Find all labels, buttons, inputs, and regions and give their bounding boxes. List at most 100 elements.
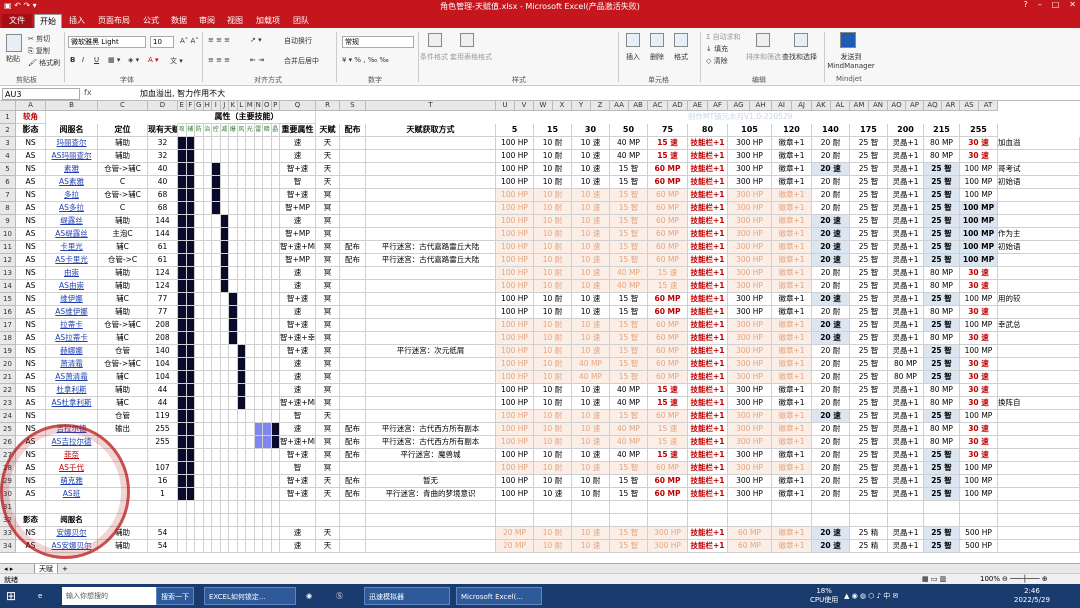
level-cell[interactable]: 25 智 (924, 345, 960, 358)
attr-cell[interactable] (271, 228, 280, 241)
attr-cell[interactable] (229, 137, 238, 150)
level-cell[interactable]: 20 耐 (812, 306, 850, 319)
attr-cell[interactable] (229, 397, 238, 410)
level-cell[interactable]: 60 MP (648, 462, 688, 475)
attr-cell[interactable] (263, 436, 272, 449)
sort-filter-icon[interactable] (756, 33, 770, 47)
border-icon[interactable]: ▦ ▾ (108, 56, 120, 64)
cell-name[interactable]: AS萧清霜 (46, 371, 98, 384)
font-grow-icon[interactable]: A˄ A˅ (180, 37, 199, 45)
level-cell[interactable]: 徽章+1 (772, 436, 812, 449)
attr-cell[interactable] (203, 345, 212, 358)
level-cell[interactable]: 10 耐 (534, 215, 572, 228)
level-cell[interactable]: 25 智 (850, 163, 888, 176)
column-header[interactable]: K (229, 101, 238, 111)
level-cell[interactable]: 灵晶+1 (888, 436, 924, 449)
cell-realm[interactable]: AS (16, 306, 46, 319)
attr-cell[interactable] (263, 293, 272, 306)
cell-talent-count[interactable]: 61 (148, 241, 178, 254)
attr-cell[interactable] (263, 176, 272, 189)
level-cell[interactable]: 15 速 (648, 397, 688, 410)
column-header[interactable]: AQ (924, 101, 942, 111)
tray-icons[interactable]: ▲ ◉ ◍ ⬡ ♪ 中 ✉ (840, 587, 990, 605)
attr-cell[interactable] (237, 436, 246, 449)
level-cell[interactable]: 15 速 (648, 137, 688, 150)
level-cell[interactable] (960, 514, 998, 527)
attr-cell[interactable] (271, 293, 280, 306)
cell-source[interactable] (366, 501, 496, 514)
cell-talent[interactable]: 天 (316, 176, 340, 189)
attr-cell[interactable] (237, 306, 246, 319)
cell-dist[interactable]: 配布 (340, 449, 366, 462)
attr-cell[interactable] (178, 319, 187, 332)
attr-cell[interactable] (237, 488, 246, 501)
attr-cell[interactable] (220, 423, 229, 436)
level-cell[interactable] (534, 514, 572, 527)
level-cell[interactable]: 100 HP (496, 137, 534, 150)
row-header[interactable]: 22 (0, 384, 16, 397)
cell-talent-count[interactable]: 32 (148, 150, 178, 163)
level-cell[interactable]: 100 MP (960, 176, 998, 189)
cell-key-attr[interactable]: 速 (280, 527, 316, 540)
attr-cell[interactable] (220, 475, 229, 488)
level-cell[interactable]: 25 智 (850, 150, 888, 163)
attr-cell[interactable] (237, 514, 246, 527)
column-header[interactable]: V (515, 101, 534, 111)
level-cell[interactable]: 灵晶+1 (888, 280, 924, 293)
attr-cell[interactable] (263, 137, 272, 150)
attr-cell[interactable] (203, 319, 212, 332)
attr-cell[interactable] (203, 449, 212, 462)
cell-note[interactable]: 初始语 (998, 176, 1080, 189)
level-cell[interactable] (648, 514, 688, 527)
level-cell[interactable]: 10 速 (572, 527, 610, 540)
level-cell[interactable]: 25 智 (924, 189, 960, 202)
column-header[interactable]: AH (750, 101, 772, 111)
fill-button[interactable]: ↓ 填充 (706, 44, 728, 54)
level-cell[interactable] (772, 501, 812, 514)
attr-cell[interactable] (178, 436, 187, 449)
attr-cell[interactable] (263, 215, 272, 228)
level-cell[interactable]: 25 智 (850, 202, 888, 215)
level-cell[interactable]: 灵晶+1 (888, 462, 924, 475)
level-cell[interactable]: 100 HP (496, 462, 534, 475)
attr-cell[interactable] (212, 371, 221, 384)
attr-cell[interactable] (195, 150, 204, 163)
level-cell[interactable]: 300 HP (728, 228, 772, 241)
cell-note[interactable] (998, 332, 1080, 345)
level-cell[interactable]: 15 智 (610, 163, 648, 176)
cell-name[interactable]: 拉蒂卡 (46, 319, 98, 332)
attr-cell[interactable] (246, 436, 255, 449)
level-cell[interactable]: 20 速 (812, 228, 850, 241)
cell-key-attr[interactable]: 速 (280, 150, 316, 163)
attr-cell[interactable] (263, 488, 272, 501)
attr-cell[interactable] (229, 293, 238, 306)
level-cell[interactable]: 30 速 (960, 137, 998, 150)
attr-cell[interactable] (212, 462, 221, 475)
attr-cell[interactable] (212, 423, 221, 436)
cell-talent[interactable]: 天 (316, 527, 340, 540)
attr-cell[interactable] (254, 345, 263, 358)
cell-dist[interactable] (340, 306, 366, 319)
column-header[interactable]: AB (629, 101, 648, 111)
level-cell[interactable]: 灵晶+1 (888, 449, 924, 462)
attr-cell[interactable] (178, 293, 187, 306)
attr-cell[interactable] (220, 449, 229, 462)
level-cell[interactable]: 100 MP (960, 319, 998, 332)
level-cell[interactable]: 60 MP (648, 228, 688, 241)
attr-cell[interactable] (220, 280, 229, 293)
row-header[interactable]: 10 (0, 228, 16, 241)
level-cell[interactable]: 10 耐 (534, 176, 572, 189)
attr-cell[interactable] (178, 384, 187, 397)
level-cell[interactable]: 徽章+1 (772, 397, 812, 410)
attr-cell[interactable] (237, 176, 246, 189)
attr-cell[interactable] (254, 176, 263, 189)
level-cell[interactable]: 60 MP (648, 254, 688, 267)
level-cell[interactable]: 10 速 (572, 306, 610, 319)
level-cell[interactable]: 徽章+1 (772, 215, 812, 228)
cell-dist[interactable] (340, 215, 366, 228)
level-cell[interactable]: 100 HP (496, 397, 534, 410)
cell-realm[interactable]: NS (16, 267, 46, 280)
level-cell[interactable]: 20 耐 (812, 462, 850, 475)
attr-cell[interactable] (203, 176, 212, 189)
attr-cell[interactable] (229, 527, 238, 540)
